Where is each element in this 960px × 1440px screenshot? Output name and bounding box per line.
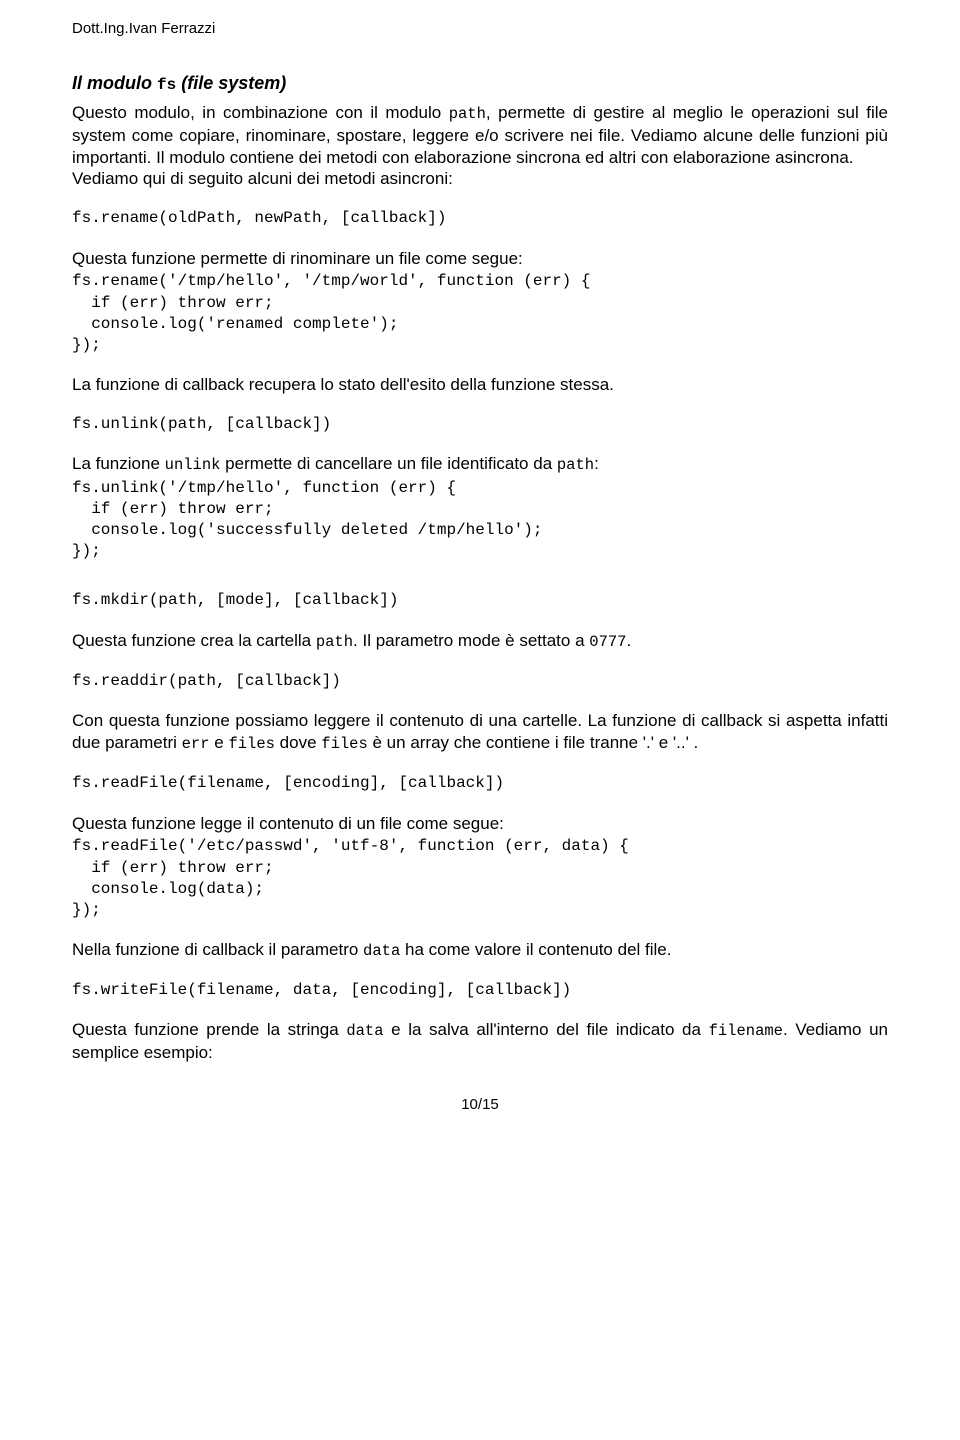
readdir-mono3: files xyxy=(321,735,368,753)
fs-readdir-signature: fs.readdir(path, [callback]) xyxy=(72,671,888,693)
readfile-after-mono: data xyxy=(363,942,400,960)
readfile-after-post: ha come valore il contenuto del file. xyxy=(400,940,671,959)
mkdir-mono2: 0777 xyxy=(589,633,626,651)
fs-writefile-desc: Questa funzione prende la stringa data e… xyxy=(72,1019,888,1064)
title-mono: fs xyxy=(157,76,176,94)
writefile-mono1: data xyxy=(346,1022,383,1040)
mkdir-mono1: path xyxy=(316,633,353,651)
readdir-post: è un array che contiene i file tranne '.… xyxy=(368,733,699,752)
readfile-after-pre: Nella funzione di callback il parametro xyxy=(72,940,363,959)
fs-unlink-code: fs.unlink('/tmp/hello', function (err) {… xyxy=(72,478,888,562)
fs-mkdir-desc: Questa funzione crea la cartella path. I… xyxy=(72,630,888,653)
fs-rename-signature: fs.rename(oldPath, newPath, [callback]) xyxy=(72,208,888,230)
fs-mkdir-signature: fs.mkdir(path, [mode], [callback]) xyxy=(72,590,888,612)
fs-writefile-signature: fs.writeFile(filename, data, [encoding],… xyxy=(72,980,888,1002)
unlink-pre: La funzione xyxy=(72,454,165,473)
unlink-mid: permette di cancellare un file identific… xyxy=(220,454,556,473)
fs-rename-code: fs.rename('/tmp/hello', '/tmp/world', fu… xyxy=(72,271,888,355)
readdir-mid1: e xyxy=(210,733,229,752)
fs-readdir-desc: Con questa funzione possiamo leggere il … xyxy=(72,710,888,755)
writefile-pre: Questa funzione prende la stringa xyxy=(72,1020,346,1039)
intro-path-mono: path xyxy=(449,105,486,123)
writefile-mid: e la salva all'interno del file indicato… xyxy=(384,1020,709,1039)
mkdir-post: . xyxy=(626,631,631,650)
readdir-mono1: err xyxy=(182,735,210,753)
intro-paragraph: Questo modulo, in combinazione con il mo… xyxy=(72,102,888,168)
fs-rename-desc: Questa funzione permette di rinominare u… xyxy=(72,248,888,270)
unlink-mono1: unlink xyxy=(165,456,221,474)
fs-unlink-desc: La funzione unlink permette di cancellar… xyxy=(72,453,888,476)
intro-paragraph-2: Vediamo qui di seguito alcuni dei metodi… xyxy=(72,168,888,190)
page: Dott.Ing.Ivan Ferrazzi Il modulo fs (fil… xyxy=(0,0,960,1440)
title-pre: Il modulo xyxy=(72,73,157,93)
fs-readfile-code: fs.readFile('/etc/passwd', 'utf-8', func… xyxy=(72,836,888,920)
writefile-mono2: filename xyxy=(709,1022,783,1040)
page-number: 10/15 xyxy=(72,1096,888,1113)
readdir-mid2: dove xyxy=(275,733,321,752)
fs-readfile-desc: Questa funzione legge il contenuto di un… xyxy=(72,813,888,835)
unlink-post: : xyxy=(594,454,599,473)
fs-readfile-signature: fs.readFile(filename, [encoding], [callb… xyxy=(72,773,888,795)
mkdir-mid: . Il parametro mode è settato a xyxy=(353,631,589,650)
unlink-mono2: path xyxy=(557,456,594,474)
section-title: Il modulo fs (file system) xyxy=(72,73,888,94)
header-author: Dott.Ing.Ivan Ferrazzi xyxy=(72,20,888,37)
fs-rename-after: La funzione di callback recupera lo stat… xyxy=(72,374,888,396)
intro-pre: Questo modulo, in combinazione con il mo… xyxy=(72,103,449,122)
readdir-mono2: files xyxy=(228,735,275,753)
mkdir-pre: Questa funzione crea la cartella xyxy=(72,631,316,650)
fs-readfile-after: Nella funzione di callback il parametro … xyxy=(72,939,888,962)
fs-unlink-signature: fs.unlink(path, [callback]) xyxy=(72,414,888,436)
title-post: (file system) xyxy=(176,73,286,93)
